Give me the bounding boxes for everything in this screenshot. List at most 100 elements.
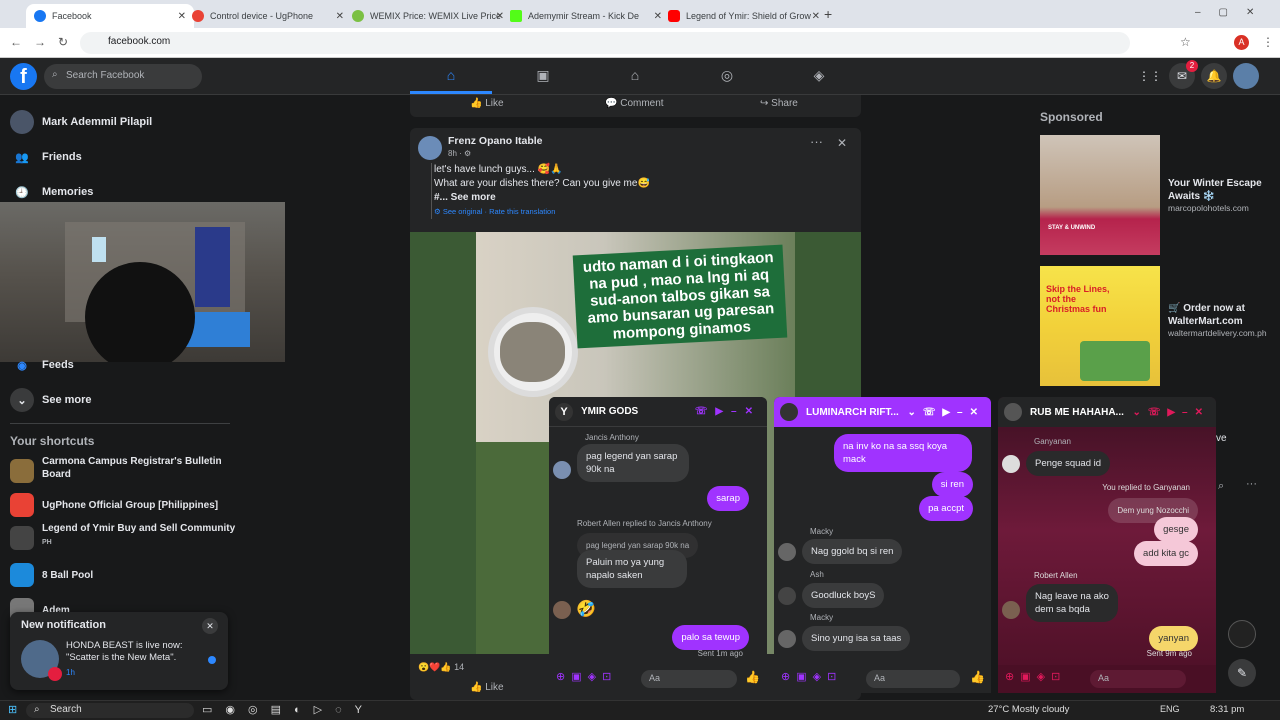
window-controls[interactable]: –▢✕ xyxy=(1195,7,1272,18)
windows-start-icon[interactable]: ⊞ xyxy=(8,703,17,716)
search-icon: ⌕ xyxy=(34,704,40,715)
message-bubble[interactable]: sarap xyxy=(707,486,749,511)
chat-window-ymir-gods: Y YMIR GODS ☏▶–✕ Jancis Anthony pag lege… xyxy=(549,397,767,693)
shortcuts-title: Your shortcuts xyxy=(10,434,95,448)
close-tab-icon[interactable]: ✕ xyxy=(812,11,820,22)
close-tab-icon[interactable]: ✕ xyxy=(336,11,344,22)
gaming-icon[interactable]: ◈ xyxy=(810,67,828,85)
like-icon[interactable]: 👍 xyxy=(970,670,985,684)
reactions-summary[interactable]: 😮❤️👍 14 xyxy=(418,662,464,673)
message-bubble[interactable]: Sino yung isa sa taas xyxy=(802,626,911,651)
url-input[interactable]: facebook.com xyxy=(80,32,1130,54)
message-bubble[interactable]: si ren xyxy=(931,472,973,497)
more-options-icon[interactable]: ··· xyxy=(810,134,823,149)
bookmark-star-icon[interactable]: ☆ xyxy=(1180,35,1191,49)
chat-bubble-avatar[interactable] xyxy=(1228,620,1256,648)
forward-icon[interactable]: → xyxy=(34,35,46,49)
video-icon[interactable]: ▣ xyxy=(534,67,552,85)
home-active-indicator xyxy=(410,91,492,94)
tab-facebook[interactable]: Facebook ✕ xyxy=(26,4,194,28)
sidebar-item-friends[interactable]: 👥 Friends xyxy=(10,142,82,172)
message-bubble[interactable]: yanyan xyxy=(1149,626,1198,651)
facebook-logo-icon[interactable]: f xyxy=(10,63,37,90)
reload-icon[interactable]: ↻ xyxy=(58,35,68,49)
new-tab-button[interactable]: + xyxy=(824,6,832,22)
message-bubble[interactable]: pag legend yan sarap 90k na xyxy=(577,444,689,482)
avatar xyxy=(1004,403,1022,421)
sidebar-item-profile[interactable]: Mark Ademmil Pilapil xyxy=(10,107,152,137)
shortcut-ugphone[interactable]: UgPhone Official Group [Philippines] xyxy=(10,490,218,520)
divider xyxy=(10,423,230,424)
chat-controls[interactable]: ☏▶–✕ xyxy=(695,406,761,417)
chat-controls[interactable]: ⌄☏▶–✕ xyxy=(907,407,985,418)
ad-image-waltermart[interactable]: Skip the Lines, not the Christmas fun xyxy=(1040,266,1160,386)
message-input[interactable]: Aa xyxy=(1090,670,1186,688)
browser-tab-bar: Facebook ✕ Control device - UgPhone ✕ WEMI… xyxy=(0,0,1280,28)
shortcut-8-ball-pool[interactable]: 8 Ball Pool xyxy=(10,560,93,590)
chat-attach-icons[interactable]: ⊕▣◈⊡ xyxy=(556,670,617,683)
tab-ugphone[interactable]: Control device - UgPhone ✕ xyxy=(184,4,352,28)
post-text: let's have lunch guys... 🥰🙏 What are you… xyxy=(431,163,831,219)
profile-avatar[interactable]: A xyxy=(1234,35,1249,50)
notification-toast[interactable]: New notification ✕ HONDA BEAST is live n… xyxy=(10,612,228,690)
wemix-favicon-icon xyxy=(352,10,364,22)
message-input[interactable]: Aa xyxy=(866,670,960,688)
ad-title[interactable]: Your Winter Escape Awaits ❄️ xyxy=(1168,177,1276,203)
message-bubble[interactable]: Nag leave na ako dem sa bqda xyxy=(1026,584,1118,622)
translation-link[interactable]: ⚙ See original · Rate this translation xyxy=(434,205,831,219)
close-icon[interactable]: ✕ xyxy=(837,136,847,150)
more-options-icon[interactable]: ··· xyxy=(1246,478,1257,490)
avatar[interactable] xyxy=(418,136,442,160)
taskbar-search[interactable]: ⌕ Search xyxy=(26,703,194,718)
weather-widget[interactable]: 27°C Mostly cloudy xyxy=(988,704,1069,715)
message-bubble[interactable]: na inv ko na sa ssq koya mack xyxy=(834,434,972,472)
message-bubble[interactable]: Nag ggold bq si ren xyxy=(802,539,903,564)
message-bubble[interactable]: Goodluck boyS xyxy=(802,583,885,608)
message-bubble[interactable]: add kita gc xyxy=(1134,541,1198,566)
account-avatar[interactable] xyxy=(1233,63,1259,89)
taskbar-app-icons[interactable]: ▭◉◎▤◐▷◌Y xyxy=(202,703,375,716)
see-more-link[interactable]: #... See more xyxy=(434,191,831,205)
clock[interactable]: 8:31 pm xyxy=(1210,704,1244,715)
shortcut-carmona[interactable]: Carmona Campus Registrar's Bulletin Boar… xyxy=(10,455,235,487)
windows-taskbar: ⊞ ⌕ Search ▭◉◎▤◐▷◌Y 27°C Mostly cloudy EN… xyxy=(0,700,1280,720)
chat-title[interactable]: LUMINARCH RIFT... xyxy=(806,407,899,418)
sidebar-see-more[interactable]: ⌄ See more xyxy=(10,385,92,415)
message-bubble[interactable]: Penge squad id xyxy=(1026,451,1111,476)
share-button[interactable]: ↪ Share xyxy=(760,98,798,109)
back-icon[interactable]: ← xyxy=(10,35,22,49)
chat-attach-icons[interactable]: ⊕▣◈⊡ xyxy=(1005,670,1066,683)
ad-image-marcopolo[interactable]: STAY & UNWIND xyxy=(1040,135,1160,255)
comment-button[interactable]: 💬 Comment xyxy=(605,98,664,109)
message-bubble[interactable]: Paluin mo ya yung napalo saken xyxy=(577,550,687,588)
like-button[interactable]: 👍 Like xyxy=(470,98,504,109)
ad-title[interactable]: 🛒 Order now at WalterMart.com xyxy=(1168,302,1276,328)
close-icon[interactable]: ✕ xyxy=(202,618,218,634)
menu-kebab-icon[interactable]: ⋮ xyxy=(1262,35,1274,49)
message-bubble[interactable]: palo sa tewup xyxy=(672,625,749,650)
message-bubble[interactable]: gesge xyxy=(1154,517,1198,542)
message-input[interactable]: Aa xyxy=(641,670,737,688)
home-icon[interactable]: ⌂ xyxy=(442,67,460,85)
chat-window-luminarch: LUMINARCH RIFT... ⌄☏▶–✕ na inv ko na sa … xyxy=(774,397,991,693)
sidebar-item-feeds[interactable]: ◉ Feeds xyxy=(10,350,74,380)
search-input[interactable]: ⌕ Search Facebook xyxy=(44,64,202,89)
shortcut-ymir-community[interactable]: Legend of Ymir Buy and Sell Community PH xyxy=(10,522,235,556)
like-button[interactable]: 👍 Like xyxy=(470,682,504,693)
tab-kick[interactable]: Ademymir Stream - Kick De ✕ xyxy=(502,4,670,28)
search-icon[interactable]: ⌕ xyxy=(1218,480,1224,493)
post-author[interactable]: Frenz Opano Itable xyxy=(448,135,543,147)
tab-wemix[interactable]: WEMIX Price: WEMIX Live Price ✕ xyxy=(344,4,512,28)
chat-title[interactable]: RUB ME HAHAHA... xyxy=(1030,407,1124,418)
chat-controls[interactable]: ⌄☏▶–✕ xyxy=(1132,407,1210,418)
marketplace-icon[interactable]: ⌂ xyxy=(626,67,644,85)
chat-title[interactable]: YMIR GODS xyxy=(581,406,638,417)
menu-grid-icon[interactable]: ⋮⋮ xyxy=(1137,63,1163,89)
chat-attach-icons[interactable]: ⊕▣◈⊡ xyxy=(781,670,842,683)
notifications-bell-icon[interactable]: 🔔 xyxy=(1201,63,1227,89)
message-bubble[interactable]: pa accpt xyxy=(919,496,973,521)
groups-icon[interactable]: ◎ xyxy=(718,67,736,85)
like-icon[interactable]: 👍 xyxy=(745,670,760,684)
new-message-icon[interactable]: ✎ xyxy=(1228,659,1256,687)
tab-youtube[interactable]: Legend of Ymir: Shield of Grow ✕ xyxy=(660,4,828,28)
